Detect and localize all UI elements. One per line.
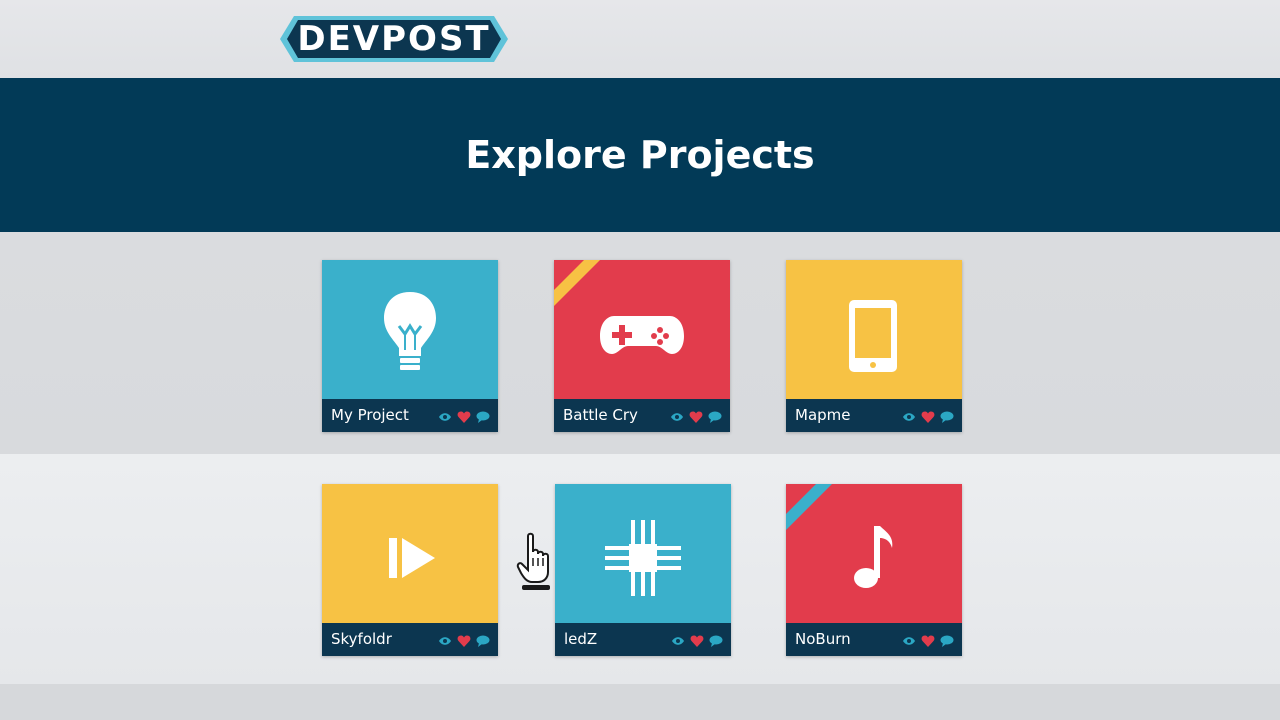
eye-icon	[671, 633, 685, 652]
card-thumbnail	[555, 484, 731, 623]
card-thumbnail	[322, 484, 498, 623]
heart-icon	[457, 409, 471, 428]
hero-banner: Explore Projects	[0, 78, 1280, 232]
card-stats	[671, 633, 723, 647]
play-icon	[389, 538, 435, 578]
project-card-skyfoldr[interactable]: Skyfoldr	[322, 484, 498, 656]
eye-icon	[902, 409, 916, 428]
card-stats	[902, 409, 954, 423]
project-title: Battle Cry	[563, 406, 638, 424]
card-stats	[902, 633, 954, 647]
card-thumbnail	[554, 260, 730, 399]
card-thumbnail	[322, 260, 498, 399]
card-thumbnail	[786, 484, 962, 623]
project-card-noburn[interactable]: NoBurn	[786, 484, 962, 656]
card-stats	[438, 633, 490, 647]
card-stats	[670, 409, 722, 423]
project-title: Mapme	[795, 406, 851, 424]
devpost-logo[interactable]: DEVPOST	[280, 16, 508, 62]
page-title: Explore Projects	[465, 133, 815, 177]
project-card-mapme[interactable]: Mapme	[786, 260, 962, 432]
card-footer: Mapme	[786, 399, 962, 432]
heart-icon	[690, 633, 704, 652]
project-card-battle-cry[interactable]: Battle Cry	[554, 260, 730, 432]
comment-icon	[708, 409, 722, 428]
comment-icon	[940, 409, 954, 428]
comment-icon	[476, 409, 490, 428]
bottom-bar	[0, 684, 1280, 720]
heart-icon	[921, 409, 935, 428]
card-footer: My Project	[322, 399, 498, 432]
heart-icon	[921, 633, 935, 652]
gamepad-icon	[600, 316, 684, 354]
eye-icon	[670, 409, 684, 428]
top-bar	[0, 0, 1280, 78]
card-thumbnail	[786, 260, 962, 399]
smartphone-icon	[849, 300, 897, 372]
chip-icon	[605, 520, 681, 596]
heart-icon	[689, 409, 703, 428]
card-footer: Battle Cry	[554, 399, 730, 432]
card-footer: NoBurn	[786, 623, 962, 656]
eye-icon	[438, 633, 452, 652]
card-footer: Skyfoldr	[322, 623, 498, 656]
card-stats	[438, 409, 490, 423]
project-title: My Project	[331, 406, 409, 424]
comment-icon	[476, 633, 490, 652]
hand-pointer-icon	[516, 532, 556, 592]
project-card-ledz[interactable]: ledZ	[555, 484, 731, 656]
comment-icon	[940, 633, 954, 652]
lightbulb-icon	[384, 292, 436, 370]
project-title: Skyfoldr	[331, 630, 392, 648]
project-title: NoBurn	[795, 630, 851, 648]
eye-icon	[438, 409, 452, 428]
music-note-icon	[854, 526, 893, 588]
project-title: ledZ	[564, 630, 598, 648]
project-card-my-project[interactable]: My Project	[322, 260, 498, 432]
eye-icon	[902, 633, 916, 652]
card-footer: ledZ	[555, 623, 731, 656]
comment-icon	[709, 633, 723, 652]
heart-icon	[457, 633, 471, 652]
logo-text: DEVPOST	[297, 19, 491, 59]
